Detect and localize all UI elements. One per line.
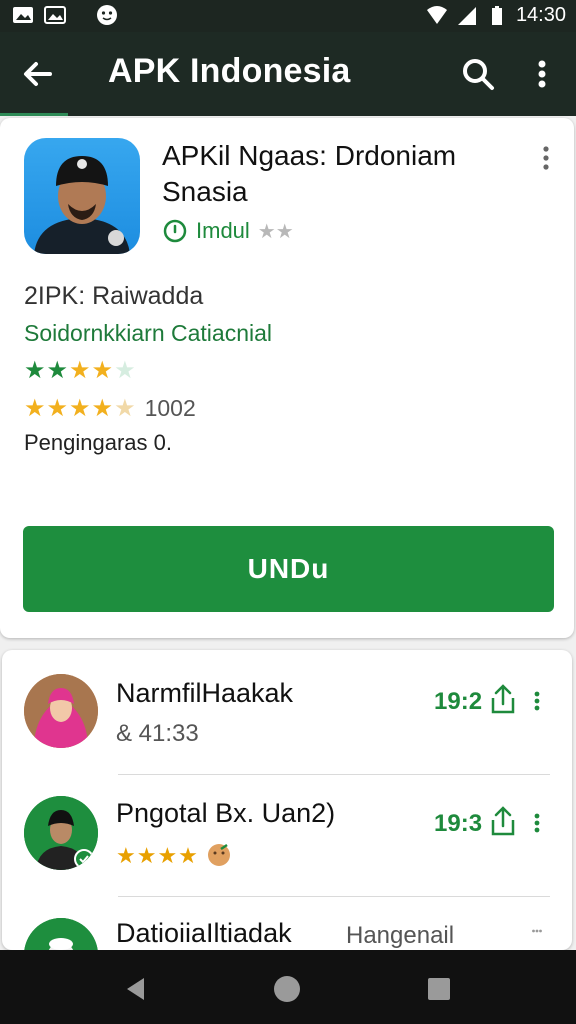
status-bar: 14:30: [0, 0, 576, 32]
face-icon: [97, 5, 117, 25]
list-item-size: 19:2: [434, 688, 483, 715]
emoji-icon: [208, 843, 231, 866]
more-horiz-icon[interactable]: [532, 926, 542, 936]
system-nav-bar: [0, 950, 576, 1024]
person-avatar-icon: [24, 674, 98, 748]
list-item-rating: ★★★★: [116, 842, 232, 869]
app-title: APKil Ngaas: Drdoniam Snasia: [162, 140, 457, 207]
list-item-stars: ★★★★: [116, 843, 199, 868]
rating-stars-secondary: ★★★★★: [24, 395, 137, 422]
person-portrait-icon: [34, 156, 130, 254]
list-item[interactable]: NarmfilHaakak & 41:33 19:2: [2, 650, 572, 772]
person-avatar-icon: [24, 918, 98, 950]
nav-home-icon[interactable]: [274, 976, 300, 1002]
share-icon[interactable]: [488, 804, 518, 838]
avatar: [24, 674, 98, 748]
app-list-card: NarmfilHaakak & 41:33 19:2 Pngotal Bx. U…: [2, 650, 572, 950]
app-icon[interactable]: [24, 138, 140, 254]
review-count: 1002: [144, 395, 196, 421]
list-item[interactable]: DatioiiaIltiadak Hangenail: [2, 896, 572, 950]
list-item-date: Hangenail: [346, 922, 455, 949]
nav-recents-icon[interactable]: [428, 978, 450, 1000]
more-vert-icon[interactable]: [524, 52, 560, 96]
list-item-subtitle: & 41:33: [116, 720, 199, 747]
more-vert-icon[interactable]: [532, 812, 542, 834]
rating-stars: ★★★★★: [24, 357, 137, 384]
rating-row: ★★★★★ 1002: [24, 394, 196, 423]
back-arrow-icon[interactable]: [16, 52, 60, 96]
app-category[interactable]: Soidornkkiarn Catiacnial: [24, 320, 272, 347]
app-subtitle: 2IPK: Raiwadda: [24, 282, 204, 310]
developer-row: Imdul ★★: [162, 218, 294, 244]
page-title: APK Indonesia: [108, 52, 351, 90]
more-vert-icon[interactable]: [536, 144, 556, 172]
status-time: 14:30: [515, 4, 566, 26]
gallery-icon: [44, 6, 66, 24]
list-item-name: NarmfilHaakak: [116, 678, 294, 708]
list-item-name: DatioiiaIltiadak: [116, 918, 292, 948]
search-icon[interactable]: [456, 52, 500, 96]
avatar: [24, 918, 98, 950]
battery-icon: [491, 5, 502, 25]
avatar: [24, 796, 98, 870]
developer-name[interactable]: Imdul: [196, 218, 250, 244]
installs-text: Pengingaras 0.: [24, 430, 172, 455]
image-icon: [13, 7, 33, 23]
install-button[interactable]: UNDu: [23, 526, 554, 612]
share-icon[interactable]: [488, 682, 518, 716]
list-item-name: Pngotal Bx. Uan2): [116, 798, 336, 828]
nav-back-icon[interactable]: [124, 976, 146, 1002]
signal-icon: [457, 6, 476, 25]
person-avatar-icon: [24, 796, 98, 870]
tab-indicator: [0, 113, 68, 116]
list-item[interactable]: Pngotal Bx. Uan2) ★★★★ 19:3: [2, 774, 572, 896]
clock-icon: [163, 219, 187, 243]
more-vert-icon[interactable]: [532, 690, 542, 712]
developer-stars: ★★: [257, 220, 294, 243]
list-item-size: 19:3: [434, 810, 483, 837]
app-bar: APK Indonesia: [0, 32, 576, 116]
wifi-icon: [426, 5, 447, 24]
featured-app-card[interactable]: APKil Ngaas: Drdoniam Snasia Imdul ★★ 2I…: [0, 118, 574, 638]
